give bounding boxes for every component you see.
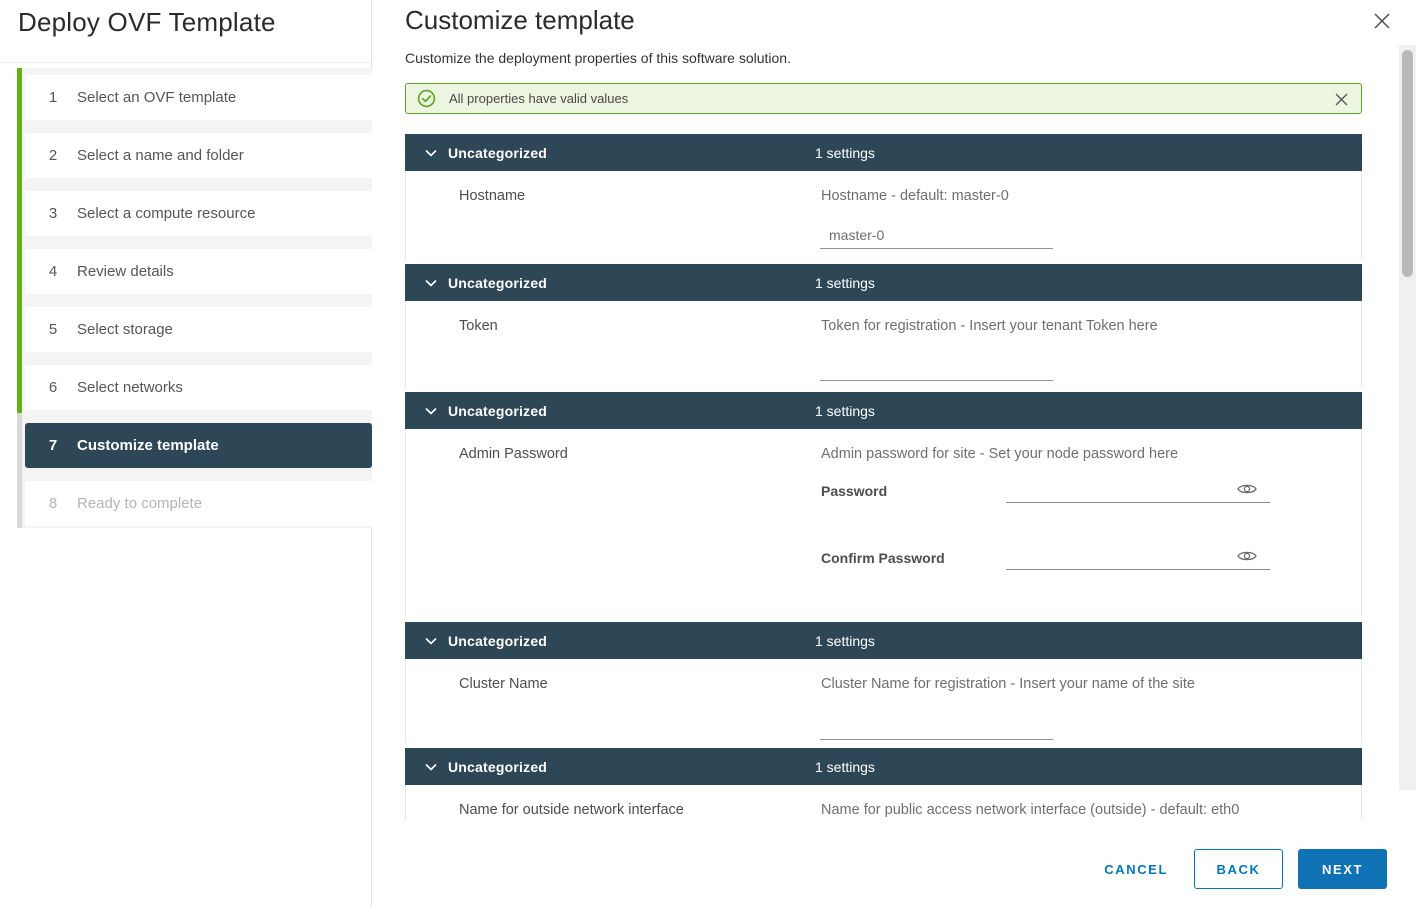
step-label: Select a name and folder [77, 147, 244, 164]
property-description: Hostname - default: master-0 [821, 188, 1009, 204]
section-header[interactable]: Uncategorized 1 settings [405, 748, 1362, 785]
banner-dismiss-icon[interactable] [1334, 92, 1349, 107]
validation-banner-text: All properties have valid values [449, 91, 628, 106]
section-settings-count: 1 settings [815, 145, 875, 161]
hostname-input[interactable] [820, 223, 1053, 249]
step-number: 4 [43, 263, 63, 280]
section-settings-count: 1 settings [815, 275, 875, 291]
section-settings-count: 1 settings [815, 633, 875, 649]
section-body: Cluster Name Cluster Name for registrati… [405, 659, 1362, 743]
step-3-select-compute-resource[interactable]: 3 Select a compute resource [25, 191, 372, 236]
section-header[interactable]: Uncategorized 1 settings [405, 392, 1362, 429]
check-circle-icon [417, 89, 436, 108]
close-icon[interactable] [1372, 11, 1392, 31]
property-description: Name for public access network interface… [821, 802, 1239, 818]
wizard-sidebar: Deploy OVF Template 1 Select an OVF temp… [0, 0, 372, 907]
properties-list: Uncategorized 1 settings Hostname Hostna… [405, 134, 1362, 820]
password-label: Password [821, 483, 887, 499]
step-number: 6 [43, 379, 63, 396]
progress-bar-completed [17, 68, 22, 413]
section-header[interactable]: Uncategorized 1 settings [405, 134, 1362, 171]
scrollbar-track[interactable] [1399, 45, 1416, 790]
step-5-select-storage[interactable]: 5 Select storage [25, 307, 372, 352]
step-number: 5 [43, 321, 63, 338]
cluster-name-input[interactable] [820, 714, 1053, 740]
step-number: 7 [43, 437, 63, 454]
step-label: Review details [77, 263, 174, 280]
property-description: Token for registration - Insert your ten… [821, 318, 1158, 334]
deploy-ovf-template-dialog: { "colors": { "accent_blue": "#0079b8", … [0, 0, 1417, 907]
chevron-down-icon [425, 407, 437, 415]
step-7-customize-template-active[interactable]: 7 Customize template [25, 423, 372, 468]
page-title: Customize template [405, 5, 635, 36]
progress-bar-remaining [17, 413, 22, 528]
step-4-review-details[interactable]: 4 Review details [25, 249, 372, 294]
step-label: Select an OVF template [77, 89, 236, 106]
step-number: 2 [43, 147, 63, 164]
section-header[interactable]: Uncategorized 1 settings [405, 622, 1362, 659]
section-title: Uncategorized [448, 275, 547, 291]
step-number: 3 [43, 205, 63, 222]
cancel-button[interactable]: CANCEL [1104, 862, 1168, 877]
confirm-password-input[interactable] [1006, 544, 1270, 570]
step-2-select-name-folder[interactable]: 2 Select a name and folder [25, 133, 372, 178]
section-body: Name for outside network interface Name … [405, 785, 1362, 820]
chevron-down-icon [425, 149, 437, 157]
step-label: Customize template [77, 437, 219, 454]
sidebar-divider [0, 62, 372, 63]
property-description: Admin password for site - Set your node … [821, 446, 1178, 462]
section-body: Hostname Hostname - default: master-0 [405, 171, 1362, 259]
customize-template-panel: Customize template Customize the deploym… [373, 0, 1417, 907]
password-input[interactable] [1006, 477, 1270, 503]
step-6-select-networks[interactable]: 6 Select networks [25, 365, 372, 410]
chevron-down-icon [425, 763, 437, 771]
show-password-icon[interactable] [1236, 482, 1258, 496]
section-body: Token Token for registration - Insert yo… [405, 301, 1362, 387]
section-title: Uncategorized [448, 145, 547, 161]
property-section-cluster-name: Uncategorized 1 settings Cluster Name Cl… [405, 622, 1362, 743]
property-label: Cluster Name [459, 676, 548, 692]
step-1-select-ovf-template[interactable]: 1 Select an OVF template [25, 75, 372, 120]
step-label: Ready to complete [77, 495, 202, 512]
step-number: 1 [43, 89, 63, 106]
step-8-ready-to-complete: 8 Ready to complete [25, 481, 372, 526]
property-section-outside-interface: Uncategorized 1 settings Name for outsid… [405, 748, 1362, 820]
back-button[interactable]: BACK [1194, 849, 1283, 889]
validation-banner: All properties have valid values [405, 83, 1362, 114]
wizard-footer: CANCEL BACK NEXT [1104, 849, 1387, 889]
step-label: Select a compute resource [77, 205, 255, 222]
page-subtitle: Customize the deployment properties of t… [405, 50, 791, 66]
section-title: Uncategorized [448, 759, 547, 775]
section-settings-count: 1 settings [815, 759, 875, 775]
property-section-hostname: Uncategorized 1 settings Hostname Hostna… [405, 134, 1362, 259]
confirm-password-label: Confirm Password [821, 550, 945, 566]
property-label: Name for outside network interface [459, 802, 684, 818]
property-description: Cluster Name for registration - Insert y… [821, 676, 1195, 692]
step-label: Select networks [77, 379, 183, 396]
token-input[interactable] [820, 355, 1053, 381]
wizard-steps: 1 Select an OVF template 2 Select a name… [17, 68, 372, 528]
property-section-token: Uncategorized 1 settings Token Token for… [405, 264, 1362, 387]
step-label: Select storage [77, 321, 173, 338]
next-button[interactable]: NEXT [1298, 849, 1387, 889]
scrollbar-thumb[interactable] [1402, 50, 1413, 277]
section-title: Uncategorized [448, 403, 547, 419]
section-title: Uncategorized [448, 633, 547, 649]
wizard-title: Deploy OVF Template [18, 7, 276, 38]
section-header[interactable]: Uncategorized 1 settings [405, 264, 1362, 301]
property-label: Token [459, 318, 498, 334]
step-number: 8 [43, 495, 63, 512]
section-settings-count: 1 settings [815, 403, 875, 419]
chevron-down-icon [425, 279, 437, 287]
show-confirm-password-icon[interactable] [1236, 549, 1258, 563]
chevron-down-icon [425, 637, 437, 645]
property-label: Hostname [459, 188, 525, 204]
property-label: Admin Password [459, 446, 568, 462]
section-body: Admin Password Admin password for site -… [405, 429, 1362, 617]
property-section-admin-password: Uncategorized 1 settings Admin Password … [405, 392, 1362, 617]
